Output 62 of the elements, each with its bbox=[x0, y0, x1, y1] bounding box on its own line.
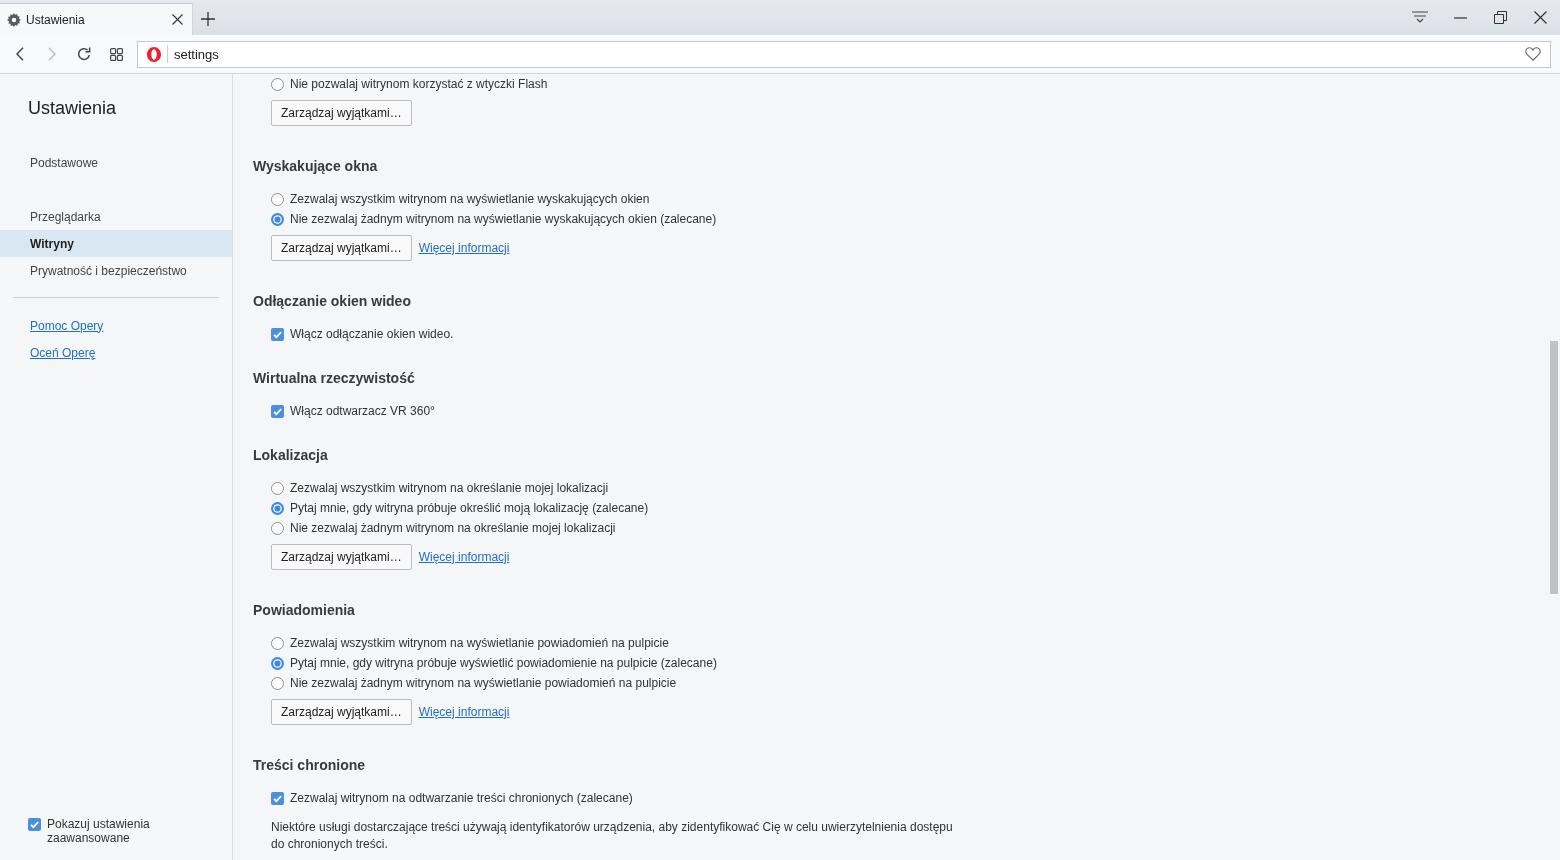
sidebar-item[interactable]: Witryny bbox=[0, 230, 232, 257]
radio-button[interactable] bbox=[271, 481, 284, 495]
radio-button[interactable] bbox=[271, 636, 284, 650]
radio-button[interactable] bbox=[271, 192, 284, 206]
tab[interactable]: Ustawienia bbox=[0, 3, 193, 35]
checkbox-label: Pokazuj ustawienia zaawansowane bbox=[47, 817, 151, 845]
manage-exceptions-button[interactable]: Zarządzaj wyjątkami… bbox=[271, 100, 412, 126]
back-icon[interactable] bbox=[16, 47, 24, 61]
section-heading: Wirtualna rzeczywistość bbox=[253, 369, 415, 388]
radio-label: Zezwalaj wszystkim witrynom na wyświetlanie powiadomień na pulpicie bbox=[290, 636, 669, 650]
minimize-icon[interactable] bbox=[1453, 16, 1467, 19]
section-heading: Wyskakujące okna bbox=[253, 157, 378, 176]
radio-button[interactable] bbox=[271, 521, 284, 535]
plus-icon[interactable] bbox=[201, 12, 215, 26]
reload-icon[interactable] bbox=[77, 47, 91, 61]
sidebar-title: Ustawienia bbox=[28, 97, 117, 119]
checkbox-label: Włącz odtwarzacz VR 360° bbox=[290, 404, 435, 418]
section-heading: Treści chronione bbox=[253, 756, 366, 775]
sidebar-link[interactable]: Oceń Operę bbox=[30, 345, 96, 360]
radio-label: Pytaj mnie, gdy witryna próbuje określić moją lokalizację (zalecane) bbox=[290, 501, 649, 515]
radio-button[interactable] bbox=[271, 676, 284, 690]
section-heading: Lokalizacja bbox=[253, 446, 328, 465]
checkbox[interactable] bbox=[271, 404, 284, 418]
radio-label: Zezwalaj wszystkim witrynom na wyświetlanie wyskakujących okien bbox=[290, 192, 650, 206]
radio-label: Nie zezwalaj żadnym witrynom na wyświetlanie wyskakujących okien (zalecane) bbox=[290, 212, 717, 226]
heart-icon[interactable] bbox=[1525, 47, 1541, 61]
restore-icon[interactable] bbox=[1493, 11, 1507, 24]
description-text: Niektóre usługi dostarczające treści używają identyfikatorów urządzenia, aby zidentyfikować Cię w celu uwierzytelnienia dostępu do chronionych treści. bbox=[271, 819, 954, 853]
manage-exceptions-button[interactable]: Zarządzaj wyjątkami… bbox=[271, 235, 412, 261]
grid-icon[interactable] bbox=[109, 47, 123, 61]
sidebar-item[interactable]: Przeglądarka bbox=[0, 203, 232, 230]
checkbox[interactable] bbox=[28, 818, 41, 831]
gear-icon bbox=[7, 12, 21, 27]
radio-button[interactable] bbox=[271, 77, 284, 91]
radio-button[interactable] bbox=[271, 212, 284, 226]
radio-button[interactable] bbox=[271, 656, 284, 670]
sidebar-item[interactable]: Prywatność i bezpieczeństwo bbox=[0, 257, 232, 284]
radio-label: Zezwalaj wszystkim witrynom na określanie mojej lokalizacji bbox=[290, 481, 609, 495]
section-heading: Odłączanie okien wideo bbox=[253, 292, 411, 311]
radio-label: Nie zezwalaj żadnym witrynom na wyświetlanie powiadomień na pulpicie bbox=[290, 676, 677, 690]
scrollbar-thumb[interactable] bbox=[1550, 341, 1558, 594]
checkbox-label: Włącz odłączanie okien wideo. bbox=[290, 327, 454, 341]
logo-icon bbox=[147, 46, 161, 62]
radio-button[interactable] bbox=[271, 501, 284, 515]
checkbox[interactable] bbox=[271, 327, 284, 341]
checkbox[interactable] bbox=[271, 791, 284, 805]
section-heading: Powiadomienia bbox=[253, 601, 355, 620]
radio-label: Nie pozwalaj witrynom korzystać z wtyczki Flash bbox=[290, 77, 548, 91]
address-field[interactable]: settings bbox=[137, 40, 1551, 68]
tab-menu-icon[interactable] bbox=[1412, 11, 1428, 24]
radio-label: Pytaj mnie, gdy witryna próbuje wyświetlić powiadomienie na pulpicie (zalecane) bbox=[290, 656, 717, 670]
more-info-link[interactable]: Więcej informacji bbox=[418, 705, 510, 719]
close-icon[interactable] bbox=[1533, 11, 1547, 24]
sidebar-item[interactable]: Podstawowe bbox=[0, 149, 232, 176]
manage-exceptions-button[interactable]: Zarządzaj wyjątkami… bbox=[271, 544, 412, 570]
more-info-link[interactable]: Więcej informacji bbox=[418, 241, 510, 255]
close-icon[interactable] bbox=[172, 14, 183, 25]
manage-exceptions-button[interactable]: Zarządzaj wyjątkami… bbox=[271, 699, 412, 725]
sidebar-link[interactable]: Pomoc Opery bbox=[30, 318, 104, 333]
radio-label: Nie zezwalaj żadnym witrynom na określanie mojej lokalizacji bbox=[290, 521, 616, 535]
more-info-link[interactable]: Więcej informacji bbox=[418, 550, 510, 564]
checkbox-label: Zezwalaj witrynom na odtwarzanie treści chronionych (zalecane) bbox=[290, 791, 633, 805]
